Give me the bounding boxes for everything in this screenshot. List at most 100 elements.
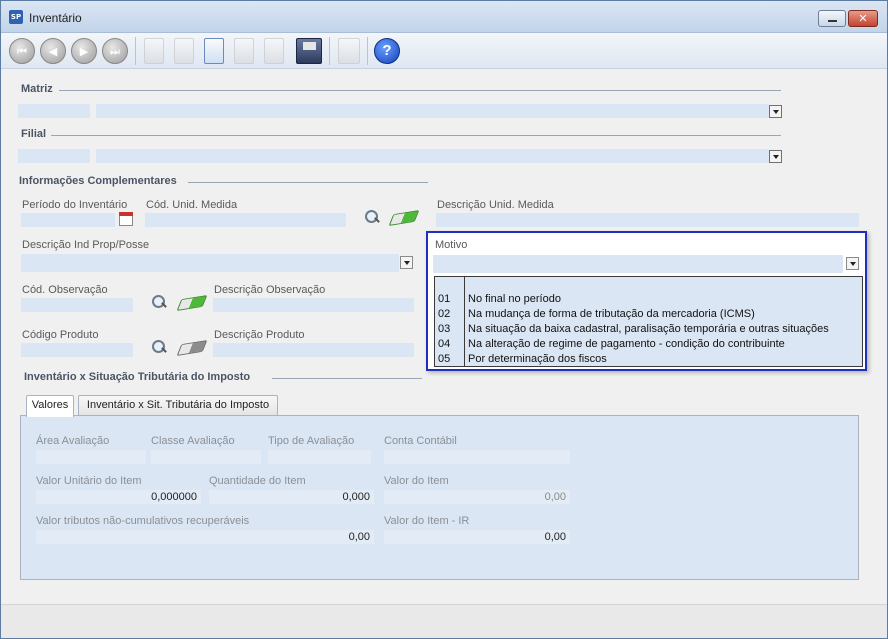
last-record-button[interactable]: ⏭ xyxy=(102,38,128,64)
tab-valores[interactable]: Valores xyxy=(26,395,74,417)
eraser-icon[interactable] xyxy=(176,340,208,356)
section-inv-sit-tributaria: Inventário x Situação Tributária do Impo… xyxy=(24,371,251,383)
matriz-dropdown-button[interactable] xyxy=(769,105,782,118)
motivo-label: Motivo xyxy=(435,239,468,251)
periodo-label: Período do Inventário xyxy=(22,199,128,211)
motivo-option[interactable]: 03 Na situação da baixa cadastral, paral… xyxy=(435,322,862,337)
valor-ir-field: 0,00 xyxy=(384,530,570,544)
periodo-field[interactable] xyxy=(21,213,115,227)
help-button[interactable]: ? xyxy=(374,38,400,64)
motivo-option[interactable]: 04 Na alteração de regime de pagamento -… xyxy=(435,337,862,352)
motivo-option[interactable]: 01 No final no período xyxy=(435,292,862,307)
desc-ind-label: Descrição Ind Prop/Posse xyxy=(22,239,150,251)
option-description: Na mudança de forma de tributação da mer… xyxy=(468,308,755,320)
first-record-button[interactable]: ⏮ xyxy=(9,38,35,64)
cod-unid-label: Cód. Unid. Medida xyxy=(146,199,238,211)
matriz-code-field[interactable] xyxy=(18,104,90,118)
matriz-name-field[interactable] xyxy=(96,104,769,118)
previous-record-button[interactable]: ◀ xyxy=(40,38,66,64)
cod-prod-label: Código Produto xyxy=(22,329,99,341)
conta-contabil-label: Conta Contábil xyxy=(384,435,457,447)
new-record-button[interactable] xyxy=(144,38,164,64)
next-record-button[interactable]: ▶ xyxy=(71,38,97,64)
valor-ir-value: 0,00 xyxy=(544,531,566,543)
desc-ind-select[interactable] xyxy=(21,254,399,272)
inventario-window: SP Inventário ⏮ ◀ ▶ ⏭ ? Matriz Filial In… xyxy=(0,0,888,639)
option-code: 05 xyxy=(438,353,451,365)
classe-avaliacao-label: Classe Avaliação xyxy=(151,435,235,447)
app-icon: SP xyxy=(9,10,23,24)
tributos-value: 0,00 xyxy=(348,531,370,543)
toolbar: ⏮ ◀ ▶ ⏭ ? xyxy=(1,33,887,69)
motivo-dropdown-button[interactable] xyxy=(846,257,859,270)
section-divider xyxy=(51,135,781,136)
save-button[interactable] xyxy=(296,38,322,64)
filial-dropdown-button[interactable] xyxy=(769,150,782,163)
minimize-button[interactable] xyxy=(818,10,846,27)
search-icon[interactable] xyxy=(151,294,167,310)
desc-obs-field xyxy=(213,298,414,312)
option-description: No final no período xyxy=(468,293,561,305)
option-description: Na alteração de regime de pagamento - co… xyxy=(468,338,785,350)
toolbar-separator xyxy=(329,37,330,65)
edit-record-button[interactable] xyxy=(174,38,194,64)
section-divider xyxy=(272,378,422,379)
undo-button[interactable] xyxy=(204,38,224,64)
desc-prod-label: Descrição Produto xyxy=(214,329,305,341)
toolbar-separator xyxy=(367,37,368,65)
eraser-icon[interactable] xyxy=(176,295,208,311)
tributos-label: Valor tributos não-cumulativos recuperáv… xyxy=(36,515,250,527)
copy-record-button[interactable] xyxy=(264,38,284,64)
filial-code-field[interactable] xyxy=(18,149,90,163)
motivo-option[interactable]: 05 Por determinação dos fiscos xyxy=(435,352,862,367)
motivo-option-list: 01 No final no período 02 Na mudança de … xyxy=(434,276,863,367)
valor-unitario-label: Valor Unitário do Item xyxy=(36,475,142,487)
eraser-icon[interactable] xyxy=(388,210,420,226)
calendar-icon[interactable] xyxy=(119,212,133,226)
quantidade-field: 0,000 xyxy=(209,490,374,504)
tab-inventario-sit-tributaria[interactable]: Inventário x Sit. Tributária do Imposto xyxy=(78,395,278,416)
cod-unid-field[interactable] xyxy=(145,213,346,227)
quantidade-value: 0,000 xyxy=(342,491,370,503)
title-bar: SP Inventário xyxy=(1,1,887,33)
option-code: 03 xyxy=(438,323,451,335)
toolbar-separator xyxy=(135,37,136,65)
valor-unitario-value: 0,000000 xyxy=(151,491,197,503)
motivo-option[interactable]: 02 Na mudança de forma de tributação da … xyxy=(435,307,862,322)
window-title: Inventário xyxy=(29,11,82,25)
search-icon[interactable] xyxy=(364,209,380,225)
section-filial: Filial xyxy=(21,128,47,140)
section-matriz: Matriz xyxy=(21,83,53,95)
cod-obs-field[interactable] xyxy=(21,298,133,312)
lock-button[interactable] xyxy=(338,38,360,64)
valor-item-label: Valor do Item xyxy=(384,475,449,487)
motivo-dropdown: Motivo 01 No final no período 02 Na muda… xyxy=(426,231,867,371)
close-button[interactable] xyxy=(848,10,878,27)
search-icon[interactable] xyxy=(151,339,167,355)
motivo-select[interactable] xyxy=(433,255,843,273)
section-info-complementares: Informações Complementares xyxy=(19,175,177,187)
tipo-avaliacao-field xyxy=(268,450,371,464)
conta-contabil-field xyxy=(384,450,570,464)
section-divider xyxy=(188,182,428,183)
status-bar xyxy=(1,604,887,638)
delete-record-button[interactable] xyxy=(234,38,254,64)
section-divider xyxy=(59,90,781,91)
cod-obs-label: Cód. Observação xyxy=(22,284,108,296)
valores-panel: Área Avaliação Classe Avaliação Tipo de … xyxy=(20,415,859,580)
option-description: Por determinação dos fiscos xyxy=(468,353,607,365)
first-record-icon: ⏮ xyxy=(17,45,27,58)
cod-prod-field[interactable] xyxy=(21,343,133,357)
option-code: 01 xyxy=(438,293,451,305)
valor-ir-label: Valor do Item - IR xyxy=(384,515,470,527)
tipo-avaliacao-label: Tipo de Avaliação xyxy=(268,435,355,447)
desc-obs-label: Descrição Observação xyxy=(214,284,326,296)
filial-name-field[interactable] xyxy=(96,149,769,163)
option-code: 04 xyxy=(438,338,451,350)
valor-item-value: 0,00 xyxy=(544,491,566,503)
tributos-field: 0,00 xyxy=(36,530,374,544)
desc-ind-dropdown-button[interactable] xyxy=(400,256,413,269)
valor-unitario-field: 0,000000 xyxy=(36,490,201,504)
desc-prod-field xyxy=(213,343,414,357)
area-avaliacao-field xyxy=(36,450,146,464)
